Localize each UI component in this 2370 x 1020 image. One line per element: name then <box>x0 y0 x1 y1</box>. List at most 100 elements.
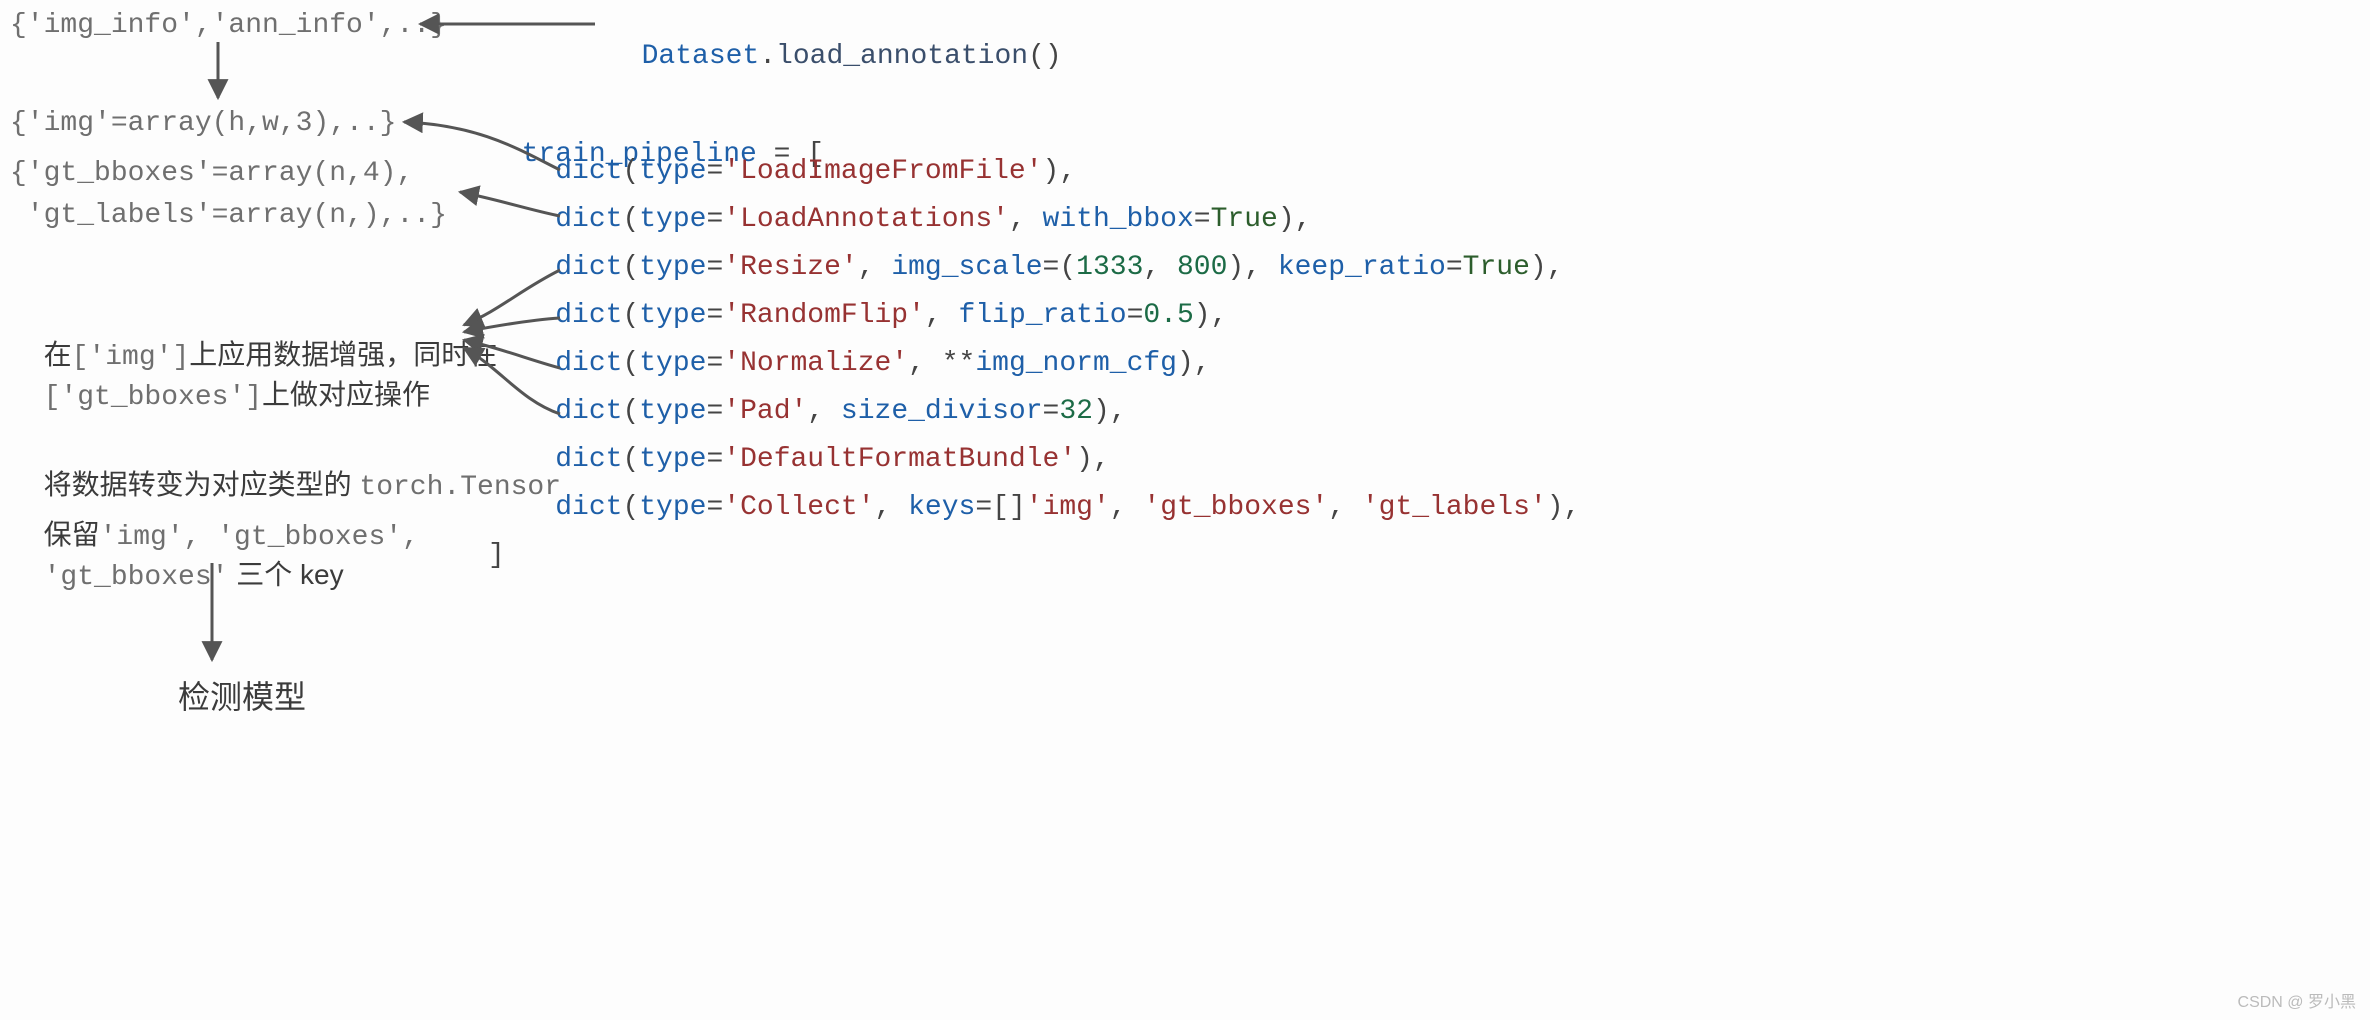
left-model-label: 检测模型 <box>178 672 306 718</box>
kw2: img_scale <box>891 252 1042 283</box>
dict-call: dict <box>555 492 622 523</box>
dict-call: dict <box>555 156 622 187</box>
pipeline-row-5: dict(type='Pad', size_divisor=32), <box>488 396 1127 427</box>
eq2: = <box>1043 396 1060 427</box>
close2: ] <box>1009 492 1026 523</box>
kw-type: type <box>639 300 706 331</box>
s2: 'gt_bboxes' <box>1143 492 1328 523</box>
left-aug-line-2: ['gt_bboxes']上做对应操作 <box>10 342 430 413</box>
code: 'gt_bboxes' <box>44 562 229 593</box>
paren-open: ( <box>622 300 639 331</box>
kw2: size_divisor <box>841 396 1043 427</box>
parens: () <box>1028 41 1062 72</box>
c2: , <box>1328 492 1362 523</box>
eq: = <box>706 204 723 235</box>
indent <box>488 156 555 187</box>
kw-type: type <box>639 396 706 427</box>
text: 三个 key <box>228 559 343 590</box>
indent <box>488 204 555 235</box>
pipeline-row-1: dict(type='LoadAnnotations', with_bbox=T… <box>488 204 1311 235</box>
paren-open: ( <box>622 492 639 523</box>
dict-call: dict <box>555 300 622 331</box>
eq: = <box>706 396 723 427</box>
rest: ), <box>1177 348 1211 379</box>
pipeline-row-4: dict(type='Normalize', **img_norm_cfg), <box>488 348 1211 379</box>
pipeline-row-7: dict(type='Collect', keys=[]'img', 'gt_b… <box>488 492 1580 523</box>
code: ['gt_bboxes'] <box>44 382 262 413</box>
val2: True <box>1211 204 1278 235</box>
rest: ), <box>1278 204 1312 235</box>
kw-type: type <box>639 252 706 283</box>
s3: 'gt_labels' <box>1362 492 1547 523</box>
left-line-1: {'img_info','ann_info',..} <box>10 10 447 41</box>
sep: , <box>925 300 959 331</box>
rest: ), <box>1093 396 1127 427</box>
sep: , <box>875 492 909 523</box>
rest: ), <box>1194 300 1228 331</box>
paren-open: ( <box>622 252 639 283</box>
text: 上做对应操作 <box>262 379 430 410</box>
num1: 32 <box>1059 396 1093 427</box>
s1: 'img' <box>1026 492 1110 523</box>
indent <box>488 396 555 427</box>
dict-call: dict <box>555 252 622 283</box>
pipeline-close-bracket: ] <box>488 540 505 571</box>
pipeline-row-6: dict(type='DefaultFormatBundle'), <box>488 444 1110 475</box>
paren-open: ( <box>622 156 639 187</box>
eq: = <box>706 492 723 523</box>
rest: ), <box>1043 156 1077 187</box>
num2: 800 <box>1177 252 1227 283</box>
comma: , <box>1143 252 1177 283</box>
watermark: CSDN @ 罗小黑 <box>2238 988 2356 1012</box>
pipeline-row-2: dict(type='Resize', img_scale=(1333, 800… <box>488 252 1564 283</box>
sep: , <box>858 252 892 283</box>
left-line-3b: 'gt_labels'=array(n,),..} <box>10 200 447 231</box>
indent <box>488 444 555 475</box>
num1: 1333 <box>1076 252 1143 283</box>
dict-call: dict <box>555 348 622 379</box>
kw2: img_norm_cfg <box>975 348 1177 379</box>
left-keep-line-2: 'gt_bboxes' 三个 key <box>10 522 344 593</box>
dict-call: dict <box>555 444 622 475</box>
pipeline-row-3: dict(type='RandomFlip', flip_ratio=0.5), <box>488 300 1227 331</box>
kw-type: type <box>639 156 706 187</box>
dict-call: dict <box>555 204 622 235</box>
kw2: flip_ratio <box>959 300 1127 331</box>
kw2: with_bbox <box>1043 204 1194 235</box>
rest: ), <box>1547 492 1581 523</box>
paren-open: ( <box>622 204 639 235</box>
method-name: load_annotation <box>776 41 1028 72</box>
eq: = <box>706 156 723 187</box>
indent <box>488 348 555 379</box>
kw2: keys <box>908 492 975 523</box>
c1: , <box>1110 492 1144 523</box>
eq: = <box>706 348 723 379</box>
sep: , <box>807 396 841 427</box>
type-string: 'DefaultFormatBundle' <box>723 444 1076 475</box>
eq2: =[ <box>975 492 1009 523</box>
eq: = <box>706 444 723 475</box>
dict-call: dict <box>555 396 622 427</box>
load-annotation-call: Dataset.load_annotation() <box>608 10 1062 72</box>
left-line-3a: {'gt_bboxes'=array(n,4), <box>10 158 413 189</box>
indent <box>488 252 555 283</box>
kw-type: type <box>639 444 706 475</box>
dot: . <box>759 41 776 72</box>
sep: , ** <box>908 348 975 379</box>
eq3: = <box>1446 252 1463 283</box>
kw-type: type <box>639 204 706 235</box>
indent <box>488 300 555 331</box>
kw-type: type <box>639 492 706 523</box>
eq2: = <box>1194 204 1211 235</box>
num1: 0.5 <box>1143 300 1193 331</box>
kw3: keep_ratio <box>1278 252 1446 283</box>
eq2: = <box>1127 300 1144 331</box>
eq: = <box>706 252 723 283</box>
rest: ), <box>1076 444 1110 475</box>
eq: = <box>706 300 723 331</box>
paren-open: ( <box>622 444 639 475</box>
pipeline-row-0: dict(type='LoadImageFromFile'), <box>488 156 1076 187</box>
type-string: 'Collect' <box>723 492 874 523</box>
paren-open: ( <box>622 348 639 379</box>
type-string: 'RandomFlip' <box>723 300 925 331</box>
